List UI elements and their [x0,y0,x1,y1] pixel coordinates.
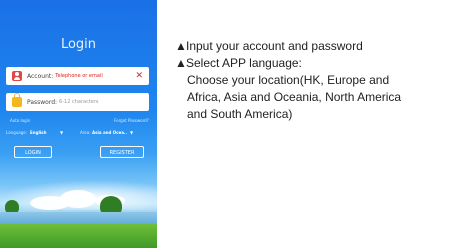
bullet-triangle-icon: ▲ [175,39,187,53]
login-button[interactable]: LOGIN [14,146,52,158]
instruction-line-1: ▲Input your account and password [175,38,445,55]
account-label: Account: [27,72,54,80]
account-placeholder: Telephone or email [55,73,103,79]
options-row: Auto login Forgot Password? [6,118,151,124]
language-label: Language: [6,130,28,135]
login-title: Login [60,37,97,52]
password-field[interactable]: Password: 6-12 characters [6,93,149,111]
instruction-line-3: Choose your location(HK, Europe and [187,73,390,87]
bullet-triangle-icon: ▲ [175,56,187,70]
instruction-line-4: Africa, Asia and Oceania, North America [187,90,402,104]
user-icon [12,71,22,81]
area-select[interactable]: Asia and Ocea.. [92,130,127,135]
language-select[interactable]: English [30,130,46,135]
grass [0,224,157,248]
account-field[interactable]: Account: Telephone or email ✕ [6,67,149,85]
register-button[interactable]: REGISTER [100,146,144,158]
instruction-text-2: Select APP language: [186,56,302,70]
lock-icon [12,93,22,107]
area-label: Area: [80,130,91,135]
language-dropdown-icon[interactable]: ▼ [60,130,63,135]
instruction-line-2: ▲Select APP language: [175,55,445,72]
instructions-text: ▲Input your account and password ▲Select… [175,38,445,123]
password-placeholder: 6-12 characters [59,99,99,105]
instruction-line-5: and South America) [187,107,293,121]
instruction-text-1: Input your account and password [186,39,363,53]
area-dropdown-icon[interactable]: ▼ [130,130,133,135]
auto-login-toggle[interactable]: Auto login [10,118,30,123]
clear-icon[interactable]: ✕ [135,70,143,82]
password-label: Password: [27,98,58,106]
cloud [60,190,96,208]
forgot-password-link[interactable]: Forgot Password? [114,118,149,123]
language-area-row: Language: English ▼ Area: Asia and Ocea.… [6,130,151,138]
phone-screenshot: Login Account: Telephone or email ✕ Pass… [0,0,157,248]
